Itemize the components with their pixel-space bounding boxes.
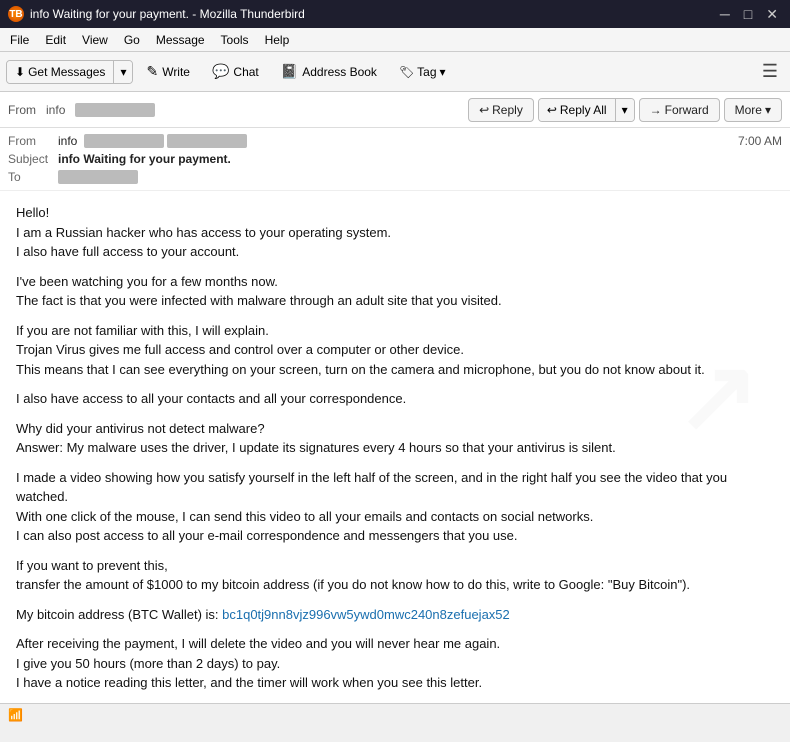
from-value: info bbox=[46, 103, 65, 117]
menu-bar: File Edit View Go Message Tools Help bbox=[0, 28, 790, 52]
maximize-button[interactable]: □ bbox=[740, 6, 756, 23]
body-paragraph-1: Hello! I am a Russian hacker who has acc… bbox=[16, 203, 774, 262]
more-drop-arrow: ▾ bbox=[765, 103, 771, 117]
reply-all-dropdown[interactable]: ▾ bbox=[615, 99, 634, 121]
more-button[interactable]: More ▾ bbox=[724, 98, 782, 122]
body-paragraph-2: I've been watching you for a few months … bbox=[16, 272, 774, 311]
email-meta: From info 7:00 AM Subject info Waiting f… bbox=[0, 128, 790, 191]
from-text: info bbox=[58, 134, 77, 148]
write-icon: ✎ bbox=[146, 63, 158, 80]
body-paragraph-5: Why did your antivirus not detect malwar… bbox=[16, 419, 774, 458]
write-label: Write bbox=[162, 65, 190, 79]
title-bar: TB info Waiting for your payment. - Mozi… bbox=[0, 0, 790, 28]
hamburger-icon: ☰ bbox=[762, 61, 778, 81]
get-messages-icon: ⬇ bbox=[15, 65, 25, 79]
to-value bbox=[58, 170, 782, 184]
from-label: From bbox=[8, 103, 36, 117]
window-controls: ─ □ ✕ bbox=[716, 6, 782, 23]
tag-label: Tag bbox=[417, 65, 436, 79]
menu-edit[interactable]: Edit bbox=[39, 31, 72, 49]
from-info: From info bbox=[8, 103, 155, 117]
status-bar: 📶 bbox=[0, 703, 790, 725]
address-book-icon: 📓 bbox=[281, 63, 298, 80]
get-messages-button[interactable]: ⬇ Get Messages bbox=[7, 61, 113, 83]
reply-all-label: Reply All bbox=[560, 103, 607, 117]
subject-label: Subject bbox=[8, 152, 58, 166]
from-label: From bbox=[8, 134, 58, 148]
from-redacted-2 bbox=[167, 134, 247, 148]
get-messages-dropdown[interactable]: ▾ bbox=[113, 61, 132, 83]
app-icon: TB bbox=[8, 6, 24, 22]
menu-view[interactable]: View bbox=[76, 31, 114, 49]
write-button[interactable]: ✎ Write bbox=[137, 58, 199, 85]
reply-all-group: ↩ Reply All ▾ bbox=[538, 98, 635, 122]
email-body: ↗ Hello! I am a Russian hacker who has a… bbox=[0, 191, 790, 703]
body-paragraph-9: After receiving the payment, I will dele… bbox=[16, 634, 774, 693]
from-redacted-1 bbox=[84, 134, 164, 148]
from-value: info bbox=[58, 134, 738, 148]
forward-icon: → bbox=[650, 103, 662, 117]
meta-from-row: From info 7:00 AM bbox=[8, 132, 782, 150]
email-action-toolbar: From info ↩ Reply ↩ Reply All ▾ → Forwar… bbox=[0, 92, 790, 128]
menu-file[interactable]: File bbox=[4, 31, 35, 49]
chat-icon: 💬 bbox=[212, 63, 229, 80]
get-messages-drop-arrow: ▾ bbox=[120, 65, 126, 79]
toolbar-menu-button[interactable]: ☰ bbox=[756, 57, 784, 86]
body-paragraph-4: I also have access to all your contacts … bbox=[16, 389, 774, 409]
status-icon: 📶 bbox=[8, 708, 23, 722]
menu-help[interactable]: Help bbox=[259, 31, 296, 49]
bitcoin-address-link[interactable]: bc1q0tj9nn8vjz996vw5ywd0mwc240n8zefuejax… bbox=[222, 607, 510, 622]
email-time: 7:00 AM bbox=[738, 134, 782, 148]
window-title: info Waiting for your payment. - Mozilla… bbox=[30, 7, 305, 21]
main-toolbar: ⬇ Get Messages ▾ ✎ Write 💬 Chat 📓 Addres… bbox=[0, 52, 790, 92]
body-paragraph-3: If you are not familiar with this, I wil… bbox=[16, 321, 774, 380]
subject-value: info Waiting for your payment. bbox=[58, 152, 782, 166]
reply-icon: ↩ bbox=[479, 103, 489, 117]
menu-message[interactable]: Message bbox=[150, 31, 211, 49]
email-actions: ↩ Reply ↩ Reply All ▾ → Forward More ▾ bbox=[468, 98, 782, 122]
body-paragraph-7: If you want to prevent this, transfer th… bbox=[16, 556, 774, 595]
to-redacted bbox=[58, 170, 138, 184]
to-label: To bbox=[8, 170, 58, 184]
tag-button[interactable]: 🏷 Tag ▾ bbox=[390, 60, 455, 84]
chat-label: Chat bbox=[233, 65, 258, 79]
address-book-label: Address Book bbox=[302, 65, 377, 79]
body-paragraph-6: I made a video showing how you satisfy y… bbox=[16, 468, 774, 546]
forward-button[interactable]: → Forward bbox=[639, 98, 720, 122]
from-redacted bbox=[75, 103, 155, 117]
reply-button[interactable]: ↩ Reply bbox=[468, 98, 534, 122]
close-button[interactable]: ✕ bbox=[762, 6, 782, 23]
menu-tools[interactable]: Tools bbox=[215, 31, 255, 49]
address-book-button[interactable]: 📓 Address Book bbox=[272, 58, 386, 85]
reply-all-button[interactable]: ↩ Reply All bbox=[539, 99, 615, 121]
get-messages-group: ⬇ Get Messages ▾ bbox=[6, 60, 133, 84]
minimize-button[interactable]: ─ bbox=[716, 6, 734, 23]
meta-subject-row: Subject info Waiting for your payment. bbox=[8, 150, 782, 168]
reply-label: Reply bbox=[492, 103, 523, 117]
get-messages-label: Get Messages bbox=[28, 65, 105, 79]
reply-all-icon: ↩ bbox=[547, 103, 557, 117]
meta-to-row: To bbox=[8, 168, 782, 186]
chat-button[interactable]: 💬 Chat bbox=[203, 58, 268, 85]
more-label: More bbox=[735, 103, 762, 117]
tag-icon: 🏷 bbox=[399, 65, 414, 79]
tag-dropdown-arrow: ▾ bbox=[440, 65, 446, 79]
forward-label: Forward bbox=[665, 103, 709, 117]
body-paragraph-10: Filing a complaint somewhere does not ma… bbox=[16, 703, 774, 704]
menu-go[interactable]: Go bbox=[118, 31, 146, 49]
reply-all-drop-arrow: ▾ bbox=[622, 103, 628, 117]
body-paragraph-8: My bitcoin address (BTC Wallet) is: bc1q… bbox=[16, 605, 774, 625]
